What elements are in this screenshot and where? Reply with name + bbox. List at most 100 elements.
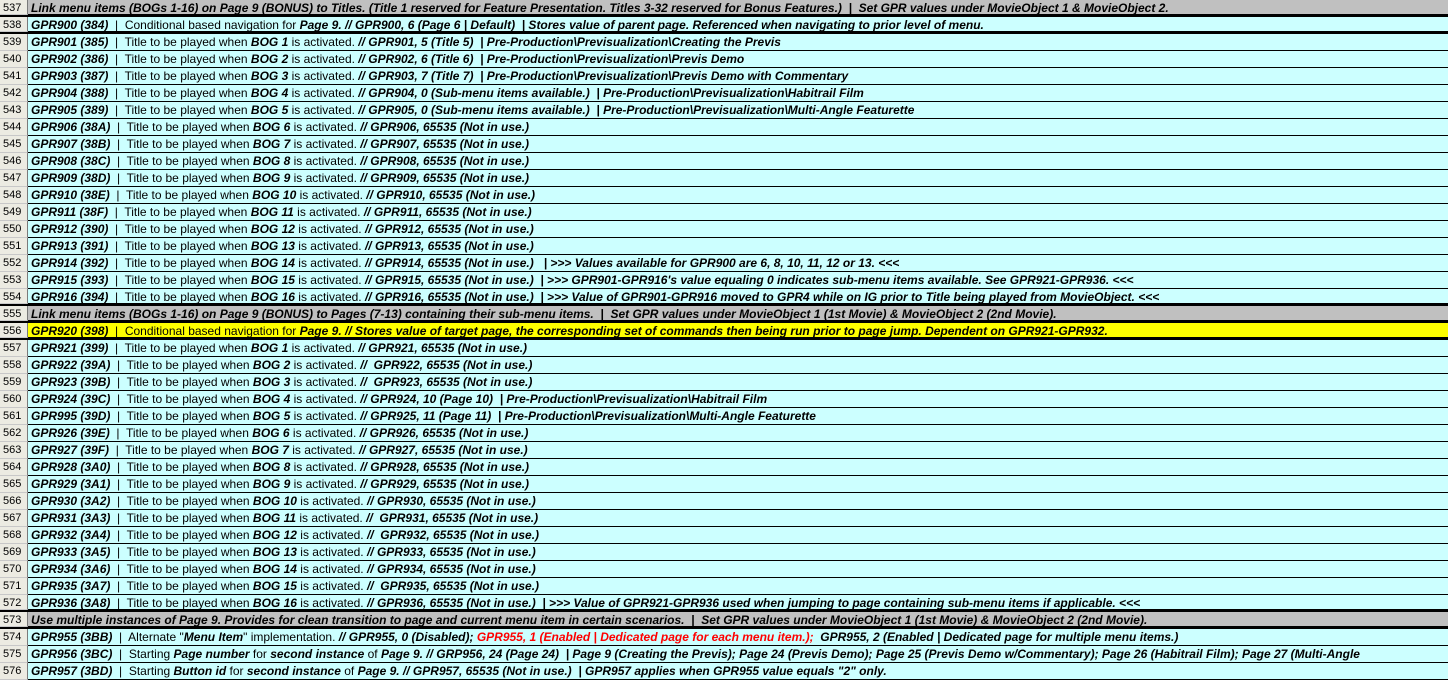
row-header[interactable]: 545 [0, 136, 28, 153]
sheet-row: 544 GPR906 (38A) | Title to be played whe… [0, 119, 1448, 136]
row-header[interactable]: 575 [0, 646, 28, 663]
row-header[interactable]: 542 [0, 85, 28, 102]
row-header[interactable]: 550 [0, 221, 28, 238]
cell[interactable]: GPR921 (399) | Title to be played when B… [28, 340, 1448, 357]
row-header[interactable]: 557 [0, 340, 28, 357]
cell[interactable]: GPR903 (387) | Title to be played when B… [28, 68, 1448, 85]
cell[interactable]: GPR955 (3BB) | Alternate "Menu Item" imp… [28, 629, 1448, 646]
cell-text-run: BOG 2 [250, 52, 289, 66]
row-header[interactable]: 576 [0, 663, 28, 680]
row-header[interactable]: 546 [0, 153, 28, 170]
cell[interactable]: Link menu items (BOGs 1-16) on Page 9 (B… [28, 0, 1448, 15]
cell-text-run: is activated. [296, 494, 367, 508]
cell[interactable]: GPR956 (3BC) | Starting Page number for … [28, 646, 1448, 663]
cell[interactable]: GPR915 (393) | Title to be played when B… [28, 272, 1448, 289]
row-header[interactable]: 560 [0, 391, 28, 408]
row-header[interactable]: 564 [0, 459, 28, 476]
cell[interactable]: GPR901 (385) | Title to be played when B… [28, 34, 1448, 51]
cell[interactable]: GPR911 (38F) | Title to be played when B… [28, 204, 1448, 221]
cell-text-run: is activated. [288, 103, 359, 117]
cell[interactable]: GPR923 (39B) | Title to be played when B… [28, 374, 1448, 391]
sheet-row: 557 GPR921 (399) | Title to be played whe… [0, 340, 1448, 357]
cell[interactable]: GPR912 (390) | Title to be played when B… [28, 221, 1448, 238]
cell[interactable]: Use multiple instances of Page 9. Provid… [28, 612, 1448, 627]
row-header[interactable]: 554 [0, 289, 28, 304]
cell[interactable]: GPR933 (3A5) | Title to be played when B… [28, 544, 1448, 561]
row-header[interactable]: 549 [0, 204, 28, 221]
cell-text-run: " implementation. [243, 630, 339, 644]
cell-text-run: GPR904 (388) [31, 86, 109, 100]
cell-text-run: BOG 6 [252, 426, 290, 440]
cell[interactable]: GPR927 (39F) | Title to be played when B… [28, 442, 1448, 459]
cell[interactable]: GPR913 (391) | Title to be played when B… [28, 238, 1448, 255]
cell[interactable]: GPR929 (3A1) | Title to be played when B… [28, 476, 1448, 493]
row-header[interactable]: 569 [0, 544, 28, 561]
cell-text-run: | Title to be played when [110, 494, 253, 508]
cell[interactable]: GPR906 (38A) | Title to be played when B… [28, 119, 1448, 136]
row-header[interactable]: 548 [0, 187, 28, 204]
row-header[interactable]: 541 [0, 68, 28, 85]
cell[interactable]: GPR931 (3A3) | Title to be played when B… [28, 510, 1448, 527]
row-header[interactable]: 574 [0, 629, 28, 646]
cell-text-run: | Title to be played when [109, 426, 253, 440]
row-header[interactable]: 556 [0, 323, 28, 338]
cell-text-run: Page 9 [299, 324, 339, 338]
cell-text-run: GPR995 (39D) [31, 409, 111, 423]
cell[interactable]: GPR932 (3A4) | Title to be played when B… [28, 527, 1448, 544]
row-header[interactable]: 559 [0, 374, 28, 391]
cell[interactable]: GPR916 (394) | Title to be played when B… [28, 289, 1448, 304]
cell[interactable]: GPR957 (3BD) | Starting Button id for se… [28, 663, 1448, 680]
cell[interactable]: GPR905 (389) | Title to be played when B… [28, 102, 1448, 119]
row-header[interactable]: 562 [0, 425, 28, 442]
cell[interactable]: GPR908 (38C) | Title to be played when B… [28, 153, 1448, 170]
row-header[interactable]: 561 [0, 408, 28, 425]
row-header[interactable]: 573 [0, 612, 28, 627]
sheet-row: 541 GPR903 (387) | Title to be played whe… [0, 68, 1448, 85]
cell-text-run: | Title to be played when [108, 103, 251, 117]
cell[interactable]: GPR904 (388) | Title to be played when B… [28, 85, 1448, 102]
row-header[interactable]: 571 [0, 578, 28, 595]
row-header[interactable]: 538 [0, 17, 28, 32]
cell[interactable]: GPR914 (392) | Title to be played when B… [28, 255, 1448, 272]
cell[interactable]: GPR910 (38E) | Title to be played when B… [28, 187, 1448, 204]
cell[interactable]: GPR909 (38D) | Title to be played when B… [28, 170, 1448, 187]
cell-text-run: // GPR904, 0 (Sub-menu items available.)… [358, 86, 864, 100]
cell[interactable]: GPR924 (39C) | Title to be played when B… [28, 391, 1448, 408]
cell[interactable]: GPR930 (3A2) | Title to be played when B… [28, 493, 1448, 510]
row-header[interactable]: 567 [0, 510, 28, 527]
row-header[interactable]: 544 [0, 119, 28, 136]
cell[interactable]: GPR922 (39A) | Title to be played when B… [28, 357, 1448, 374]
row-header[interactable]: 539 [0, 34, 28, 51]
cell[interactable]: GPR928 (3A0) | Title to be played when B… [28, 459, 1448, 476]
cell-text-run: is activated. [290, 477, 361, 491]
row-header[interactable]: 537 [0, 0, 28, 15]
cell[interactable]: GPR936 (3A8) | Title to be played when B… [28, 595, 1448, 610]
row-header[interactable]: 547 [0, 170, 28, 187]
row-header[interactable]: 540 [0, 51, 28, 68]
row-header[interactable]: 563 [0, 442, 28, 459]
row-header[interactable]: 558 [0, 357, 28, 374]
row-header[interactable]: 565 [0, 476, 28, 493]
cell[interactable]: GPR920 (398) | Conditional based navigat… [28, 323, 1448, 338]
cell-text-run: for [249, 647, 271, 661]
row-header[interactable]: 552 [0, 255, 28, 272]
row-header[interactable]: 568 [0, 527, 28, 544]
row-header[interactable]: 566 [0, 493, 28, 510]
cell[interactable]: GPR935 (3A7) | Title to be played when B… [28, 578, 1448, 595]
cell[interactable]: GPR900 (384) | Conditional based navigat… [28, 17, 1448, 32]
cell[interactable]: GPR907 (38B) | Title to be played when B… [28, 136, 1448, 153]
cell[interactable]: GPR934 (3A6) | Title to be played when B… [28, 561, 1448, 578]
row-header[interactable]: 551 [0, 238, 28, 255]
row-header[interactable]: 570 [0, 561, 28, 578]
row-header[interactable]: 553 [0, 272, 28, 289]
cell[interactable]: Link menu items (BOGs 1-16) on Page 9 (B… [28, 306, 1448, 321]
row-header[interactable]: 543 [0, 102, 28, 119]
cell[interactable]: GPR926 (39E) | Title to be played when B… [28, 425, 1448, 442]
row-header[interactable]: 555 [0, 306, 28, 321]
cell-text-run: is activated. [290, 358, 361, 372]
cell[interactable]: GPR902 (386) | Title to be played when B… [28, 51, 1448, 68]
row-header[interactable]: 572 [0, 595, 28, 610]
sheet-row: 542 GPR904 (388) | Title to be played whe… [0, 85, 1448, 102]
cell-text-run: is activated. [288, 35, 359, 49]
cell[interactable]: GPR995 (39D) | Title to be played when B… [28, 408, 1448, 425]
